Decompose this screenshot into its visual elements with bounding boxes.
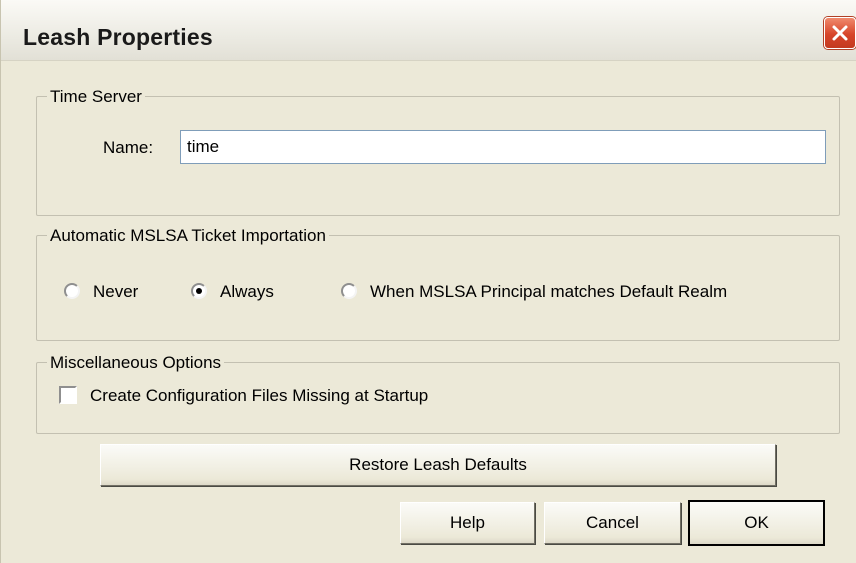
radio-when-principal-matches[interactable]	[341, 283, 357, 299]
close-icon	[832, 25, 848, 41]
time-server-name-input[interactable]	[180, 130, 826, 164]
name-label: Name:	[103, 138, 154, 157]
radio-always-label[interactable]: Always	[220, 281, 274, 302]
close-button[interactable]	[824, 17, 856, 49]
radio-always[interactable]	[191, 283, 207, 299]
cancel-button[interactable]: Cancel	[544, 502, 681, 544]
radio-never[interactable]	[64, 283, 80, 299]
misc-legend: Miscellaneous Options	[47, 352, 225, 373]
time-server-legend: Time Server	[47, 86, 145, 107]
create-config-files-checkbox[interactable]	[59, 386, 77, 404]
restore-defaults-button[interactable]: Restore Leash Defaults	[100, 444, 776, 486]
create-config-files-label[interactable]: Create Configuration Files Missing at St…	[90, 385, 428, 406]
window-title: Leash Properties	[23, 24, 213, 50]
ok-button[interactable]: OK	[688, 500, 825, 546]
leash-properties-dialog: Leash Properties Time Server Name: Autom…	[0, 0, 856, 563]
radio-when-principal-matches-label[interactable]: When MSLSA Principal matches Default Rea…	[370, 281, 727, 302]
title-bar[interactable]: Leash Properties	[1, 0, 856, 61]
radio-never-label[interactable]: Never	[93, 281, 138, 302]
mslsa-legend: Automatic MSLSA Ticket Importation	[47, 225, 329, 246]
help-button[interactable]: Help	[400, 502, 535, 544]
